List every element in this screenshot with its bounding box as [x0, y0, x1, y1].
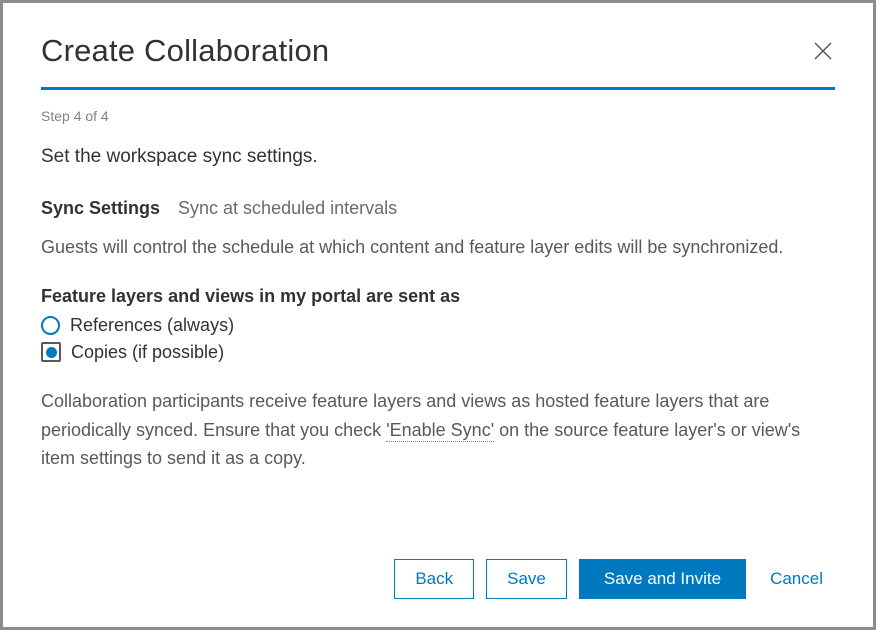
close-button[interactable] [811, 39, 835, 63]
sync-description: Guests will control the schedule at whic… [41, 233, 835, 262]
radio-icon-selected [41, 342, 61, 362]
sync-settings-value: Sync at scheduled intervals [178, 198, 397, 219]
sync-settings-label: Sync Settings [41, 198, 160, 219]
header-divider [41, 87, 835, 90]
back-button[interactable]: Back [394, 559, 474, 599]
dialog-title: Create Collaboration [41, 33, 329, 69]
dialog-header: Create Collaboration [41, 33, 835, 69]
feature-layers-radio-group: References (always) Copies (if possible) [41, 315, 835, 369]
feature-layers-heading: Feature layers and views in my portal ar… [41, 286, 835, 307]
radio-copies[interactable]: Copies (if possible) [41, 342, 835, 363]
radio-copies-label: Copies (if possible) [71, 342, 224, 363]
save-and-invite-button[interactable]: Save and Invite [579, 559, 746, 599]
radio-references[interactable]: References (always) [41, 315, 835, 336]
instruction-text: Set the workspace sync settings. [41, 146, 835, 168]
cancel-button[interactable]: Cancel [758, 560, 835, 598]
dialog-container: Create Collaboration Step 4 of 4 Set the… [0, 0, 876, 630]
feature-layers-description: Collaboration participants receive featu… [41, 387, 835, 473]
enable-sync-link[interactable]: 'Enable Sync' [386, 420, 494, 442]
save-button[interactable]: Save [486, 559, 567, 599]
step-indicator: Step 4 of 4 [41, 108, 835, 124]
sync-settings-row: Sync Settings Sync at scheduled interval… [41, 198, 835, 219]
radio-icon [41, 316, 60, 335]
button-row: Back Save Save and Invite Cancel [41, 539, 835, 599]
close-icon [812, 40, 834, 62]
radio-references-label: References (always) [70, 315, 234, 336]
